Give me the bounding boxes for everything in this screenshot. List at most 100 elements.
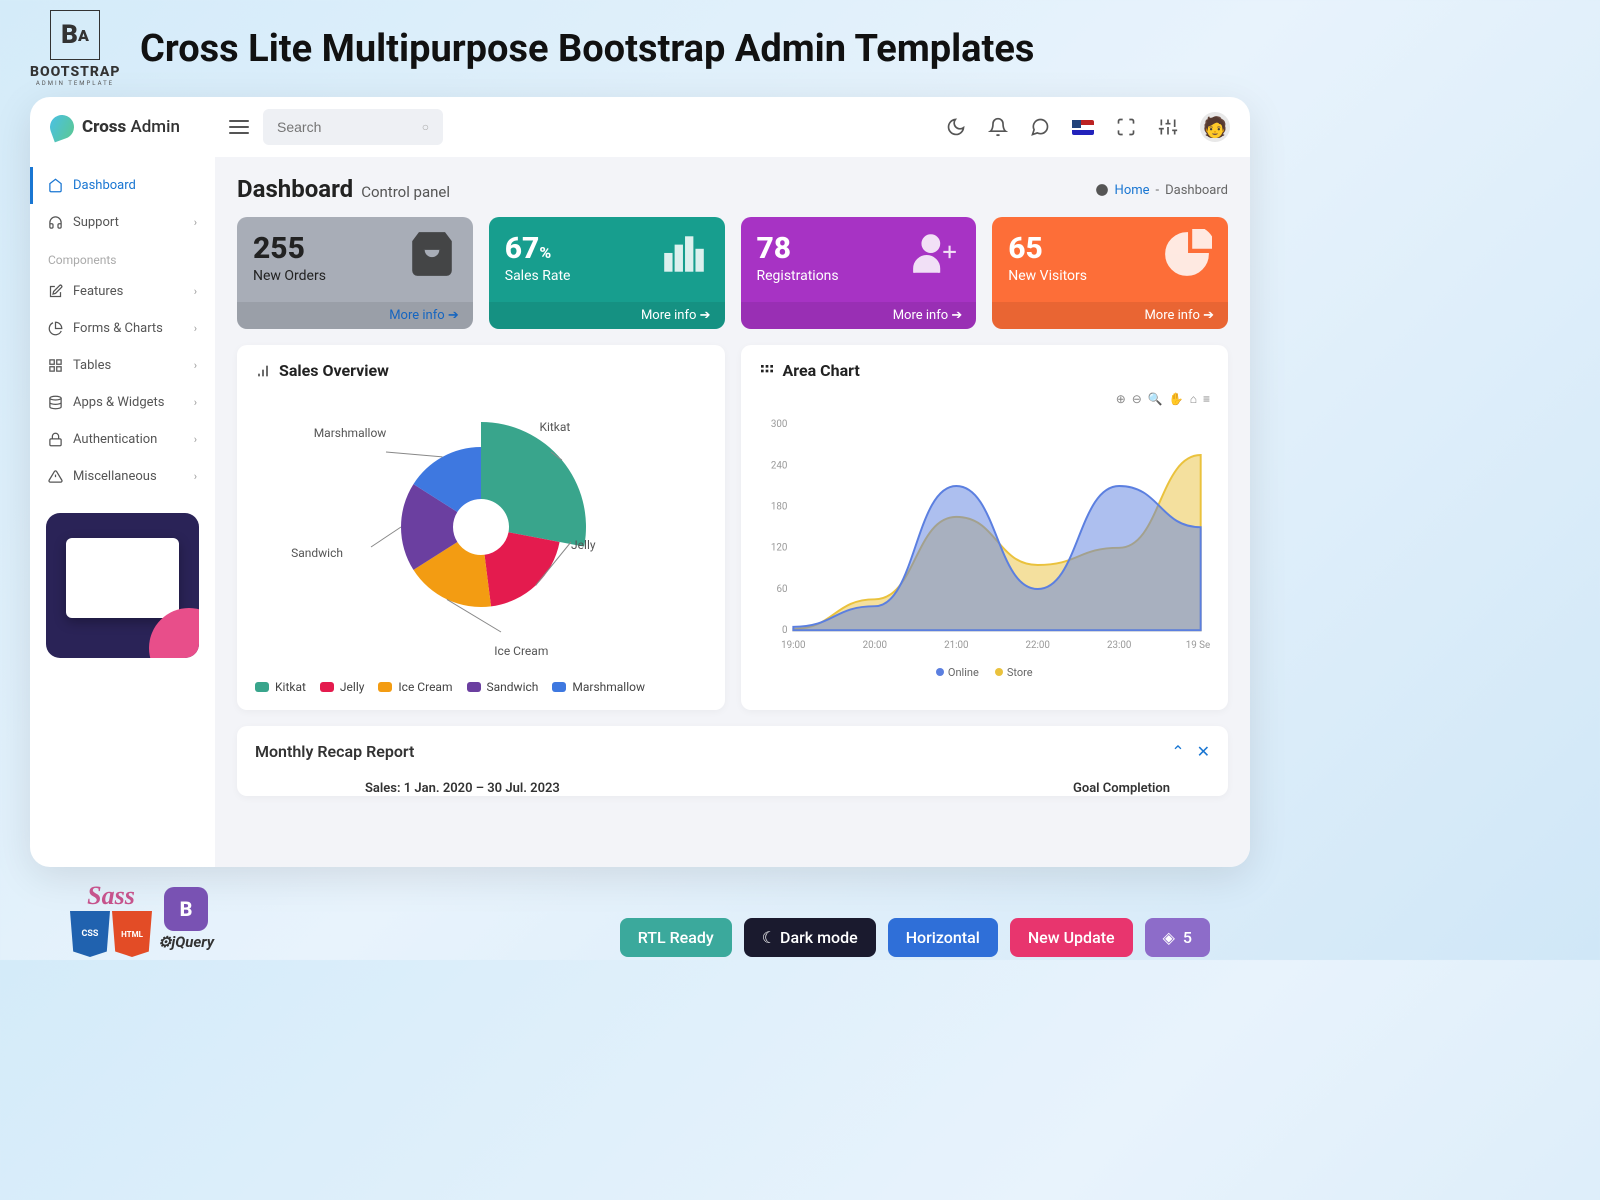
- svg-text:240: 240: [770, 460, 787, 471]
- menu-icon[interactable]: ≡: [1203, 392, 1210, 406]
- sidebar-item-label: Apps & Widgets: [73, 395, 165, 410]
- sidebar-item-label: Authentication: [73, 432, 157, 447]
- flag-icon[interactable]: [1072, 120, 1094, 135]
- moon-icon[interactable]: [946, 117, 966, 137]
- recap-card: Monthly Recap Report ⌃ ✕ Sales: 1 Jan. 2…: [237, 726, 1228, 796]
- sidebar-item-label: Dashboard: [73, 178, 136, 193]
- recap-goal-label: Goal Completion: [1073, 781, 1210, 796]
- alert-icon: [48, 469, 63, 484]
- more-info-link[interactable]: More info ➔: [992, 302, 1228, 329]
- grid-icon: [759, 363, 775, 379]
- svg-text:23:00: 23:00: [1107, 640, 1131, 651]
- pie-icon: [48, 321, 63, 336]
- home-icon[interactable]: ⌂: [1190, 392, 1197, 406]
- chevron-right-icon: ›: [194, 285, 197, 298]
- svg-text:21:00: 21:00: [944, 640, 968, 651]
- svg-text:60: 60: [776, 584, 787, 595]
- sales-overview-card: Sales Overview Kitkat Jelly Ice Cream Sandw…: [237, 345, 725, 710]
- search-input[interactable]: [277, 119, 429, 135]
- zoom-in-icon[interactable]: ⊕: [1116, 392, 1126, 406]
- sidebar-item-misc[interactable]: Miscellaneous ›: [30, 458, 215, 495]
- close-icon[interactable]: ✕: [1197, 742, 1210, 761]
- more-info-link[interactable]: More info ➔: [741, 302, 977, 329]
- settings-icon[interactable]: [1158, 117, 1178, 137]
- legend-item: Store: [995, 666, 1033, 679]
- css3-icon: CSS: [70, 911, 110, 957]
- pie-slice-label: Sandwich: [291, 546, 343, 560]
- pill-update: New Update: [1010, 918, 1133, 957]
- chevron-right-icon: ›: [194, 216, 197, 229]
- app-window: Cross Admin ○ 🧑 Dashboard: [30, 97, 1250, 867]
- svg-text:20:00: 20:00: [862, 640, 886, 651]
- bootstrap-icon: B: [164, 887, 208, 931]
- stat-icon: [407, 229, 457, 279]
- sidebar-item-features[interactable]: Features ›: [30, 273, 215, 310]
- breadcrumb: Home - Dashboard: [1095, 183, 1228, 198]
- sidebar-item-tables[interactable]: Tables ›: [30, 347, 215, 384]
- page-subtitle: Control panel: [361, 183, 450, 201]
- sidebar-item-label: Tables: [73, 358, 111, 373]
- promo-card[interactable]: [46, 513, 199, 658]
- legend-item: Online: [936, 666, 979, 679]
- sidebar-item-label: Miscellaneous: [73, 469, 157, 484]
- hero-title: Cross Lite Multipurpose Bootstrap Admin …: [140, 27, 1034, 71]
- fullscreen-icon[interactable]: [1116, 117, 1136, 137]
- jquery-label: ⚙jQuery: [158, 933, 214, 951]
- feature-pills: RTL Ready ☾ Dark mode Horizontal New Upd…: [620, 918, 1210, 957]
- svg-text:300: 300: [770, 419, 787, 430]
- tech-badges: Sass CSS HTML B ⚙jQuery: [70, 881, 214, 957]
- pill-bootstrap5: ◈ 5: [1145, 918, 1210, 957]
- sidebar: Dashboard Support › Components Features …: [30, 157, 215, 867]
- footer: Sass CSS HTML B ⚙jQuery RTL Ready ☾ Dark…: [30, 867, 1250, 957]
- pie-slice-label: Ice Cream: [494, 644, 548, 658]
- pill-dark: ☾ Dark mode: [744, 918, 876, 957]
- svg-text:120: 120: [770, 543, 787, 554]
- sidebar-item-auth[interactable]: Authentication ›: [30, 421, 215, 458]
- collapse-icon[interactable]: ⌃: [1171, 742, 1184, 761]
- pie-slice-label: Jelly: [571, 538, 596, 552]
- stat-icon: [659, 229, 709, 279]
- pie-slice-label: Marshmallow: [314, 426, 387, 440]
- chat-icon[interactable]: [1030, 117, 1050, 137]
- legend-item: Marshmallow: [552, 680, 645, 694]
- sidebar-section-label: Components: [30, 241, 215, 273]
- svg-text:180: 180: [770, 502, 787, 513]
- breadcrumb-current: Dashboard: [1165, 183, 1228, 198]
- more-info-link[interactable]: More info ➔: [489, 302, 725, 329]
- sidebar-item-label: Support: [73, 215, 119, 230]
- menu-toggle-icon[interactable]: [229, 120, 249, 134]
- sidebar-item-support[interactable]: Support ›: [30, 204, 215, 241]
- zoom-icon[interactable]: 🔍: [1148, 392, 1163, 406]
- brand-icon: [47, 112, 78, 143]
- stat-card-1: 67% Sales Rate More info ➔: [489, 217, 725, 329]
- legend-item: Jelly: [320, 680, 365, 694]
- zoom-out-icon[interactable]: ⊖: [1132, 392, 1142, 406]
- legend-item: Kitkat: [255, 680, 306, 694]
- breadcrumb-home[interactable]: Home: [1115, 183, 1150, 198]
- brand[interactable]: Cross Admin: [50, 115, 215, 139]
- sidebar-item-forms[interactable]: Forms & Charts ›: [30, 310, 215, 347]
- home-icon: [48, 178, 63, 193]
- pie-slice-label: Kitkat: [539, 420, 570, 434]
- page-title: Dashboard: [237, 175, 353, 203]
- bell-icon[interactable]: [988, 117, 1008, 137]
- sidebar-item-apps[interactable]: Apps & Widgets ›: [30, 384, 215, 421]
- more-info-link[interactable]: More info ➔: [237, 302, 473, 329]
- card-title-text: Sales Overview: [279, 361, 389, 380]
- lock-icon: [48, 432, 63, 447]
- pill-horizontal: Horizontal: [888, 918, 998, 957]
- stat-icon: [910, 229, 960, 279]
- search-input-wrap[interactable]: ○: [263, 109, 443, 145]
- stat-card-3: 65 New Visitors More info ➔: [992, 217, 1228, 329]
- hand-icon[interactable]: ✋: [1169, 392, 1184, 406]
- recap-title: Monthly Recap Report: [255, 742, 414, 761]
- bar-chart-icon: [255, 363, 271, 379]
- sass-icon: Sass: [87, 881, 135, 911]
- hero-banner: BA BOOTSTRAP ADMIN TEMPLATE Cross Lite M…: [30, 10, 1250, 87]
- sidebar-item-dashboard[interactable]: Dashboard: [30, 167, 215, 204]
- avatar[interactable]: 🧑: [1200, 112, 1230, 142]
- sidebar-item-label: Forms & Charts: [73, 321, 163, 336]
- dashboard-icon: [1095, 183, 1109, 197]
- hero-logo: BA BOOTSTRAP ADMIN TEMPLATE: [30, 10, 120, 87]
- grid-icon: [48, 358, 63, 373]
